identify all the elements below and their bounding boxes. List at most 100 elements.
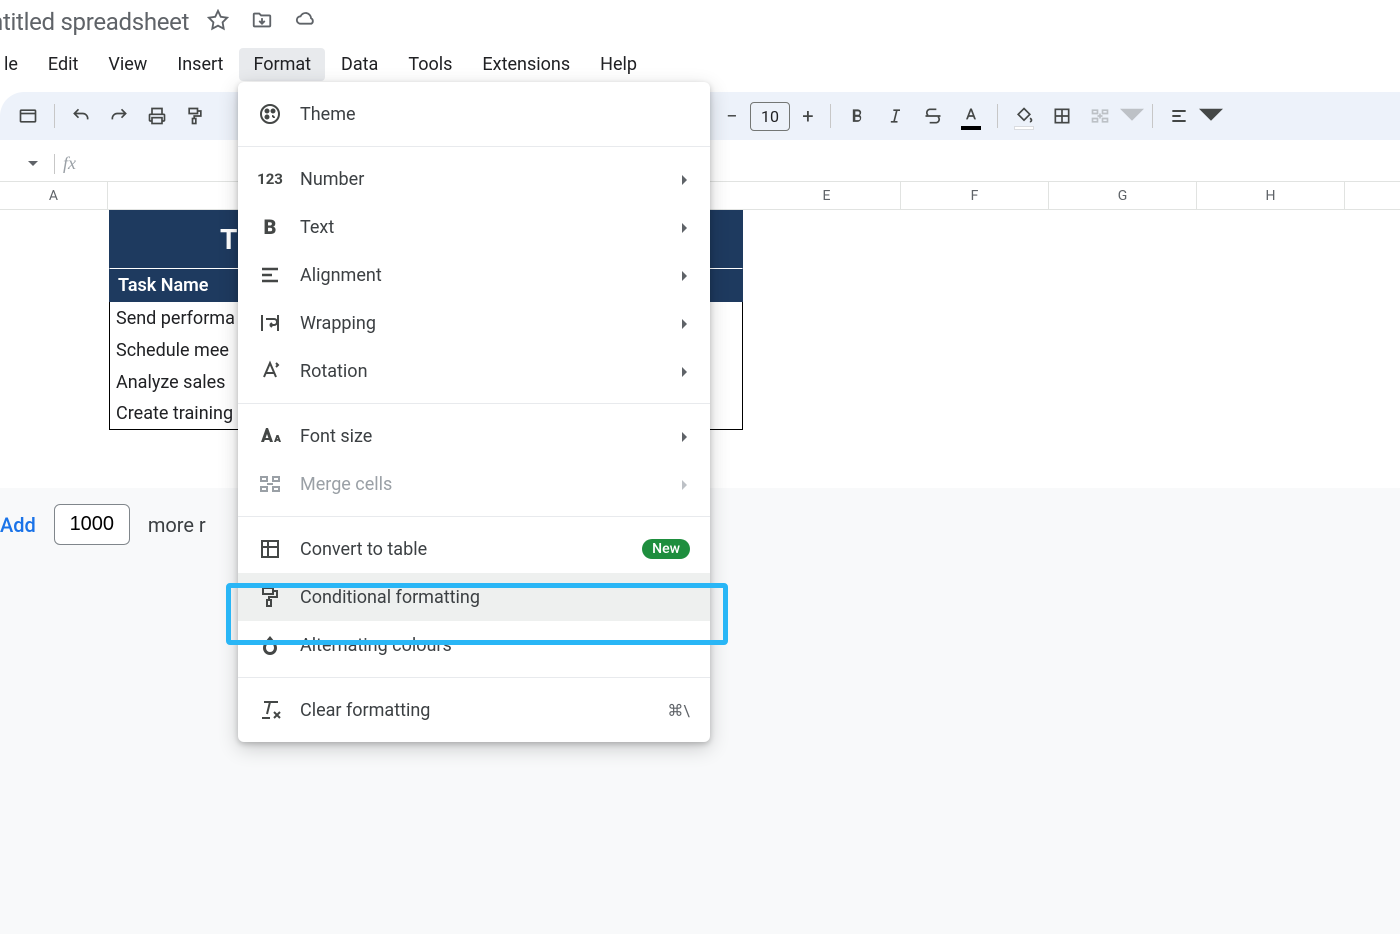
number-icon: 123 (258, 167, 282, 191)
menu-item-label: Conditional formatting (300, 587, 480, 608)
star-icon[interactable] (207, 9, 229, 35)
menu-divider (238, 677, 710, 678)
column-header-g[interactable]: G (1049, 182, 1197, 209)
menu-item-label: Alignment (300, 265, 382, 286)
fx-icon: fx (63, 153, 76, 174)
menu-item-label: Rotation (300, 361, 368, 382)
menu-divider (238, 146, 710, 147)
menu-extensions[interactable]: Extensions (468, 48, 584, 81)
merge-dropdown-caret[interactable] (1120, 104, 1144, 128)
undo-icon[interactable] (63, 98, 99, 134)
menu-data[interactable]: Data (327, 48, 392, 81)
menu-item-label: Font size (300, 426, 372, 447)
increase-font-icon[interactable]: + (794, 98, 822, 134)
bold-icon: B (258, 215, 282, 239)
add-rows-button[interactable]: Add (0, 513, 36, 537)
menu-file[interactable]: le (0, 48, 32, 81)
add-rows-control: Add more r (0, 504, 206, 545)
table-icon (258, 537, 282, 561)
submenu-arrow-icon (680, 169, 690, 190)
menu-tools[interactable]: Tools (394, 48, 466, 81)
submenu-arrow-icon (680, 217, 690, 238)
submenu-arrow-icon (680, 426, 690, 447)
cloud-status-icon[interactable] (295, 9, 317, 35)
column-header-h[interactable]: H (1197, 182, 1345, 209)
print-icon[interactable] (139, 98, 175, 134)
theme-icon (258, 102, 282, 126)
menu-item-font-size[interactable]: Font size (238, 412, 710, 460)
menu-format[interactable]: Format (239, 48, 325, 81)
separator (997, 104, 998, 128)
conditional-formatting-icon (258, 585, 282, 609)
font-size-value[interactable]: 10 (750, 102, 790, 131)
column-header-a[interactable]: A (0, 182, 108, 209)
menu-divider (238, 516, 710, 517)
format-dropdown-menu: Theme 123 Number B Text Alignment Wrappi… (238, 82, 710, 742)
menu-insert[interactable]: Insert (163, 48, 237, 81)
rotation-icon (258, 359, 282, 383)
document-title[interactable]: ntitled spreadsheet (0, 8, 189, 36)
menu-item-clear-formatting[interactable]: Clear formatting ⌘\ (238, 686, 710, 734)
menu-help[interactable]: Help (586, 48, 651, 81)
column-header-f[interactable]: F (901, 182, 1049, 209)
separator (1152, 104, 1153, 128)
menu-item-label: Text (300, 217, 334, 238)
menu-bar: le Edit View Insert Format Data Tools Ex… (0, 46, 1400, 82)
paint-format-icon[interactable] (177, 98, 213, 134)
menu-edit[interactable]: Edit (34, 48, 92, 81)
decrease-font-icon[interactable]: − (718, 98, 746, 134)
table-title-text: T (220, 223, 237, 256)
table-header-text: Task Name (118, 275, 208, 296)
merge-cells-icon[interactable] (1082, 98, 1118, 134)
alignment-icon (258, 263, 282, 287)
menu-item-alignment[interactable]: Alignment (238, 251, 710, 299)
separator (830, 104, 831, 128)
align-dropdown-caret[interactable] (1199, 104, 1223, 128)
menu-item-rotation[interactable]: Rotation (238, 347, 710, 395)
menu-item-label: Clear formatting (300, 700, 430, 721)
fill-color-icon[interactable] (1006, 98, 1042, 134)
menu-item-conditional-formatting[interactable]: Conditional formatting (238, 573, 710, 621)
menu-item-label: Number (300, 169, 364, 190)
menu-item-alternating-colours[interactable]: Alternating colours (238, 621, 710, 669)
new-badge: New (642, 539, 690, 559)
clear-formatting-icon (258, 698, 282, 722)
menu-item-theme[interactable]: Theme (238, 90, 710, 138)
separator (54, 154, 55, 174)
column-header-e[interactable]: E (753, 182, 901, 209)
menu-item-text[interactable]: B Text (238, 203, 710, 251)
title-icons (207, 9, 317, 35)
font-size-control: − 10 + (718, 98, 822, 134)
name-box-dropdown[interactable] (0, 159, 46, 169)
strikethrough-icon[interactable] (915, 98, 951, 134)
menu-item-number[interactable]: 123 Number (238, 155, 710, 203)
menu-item-label: Wrapping (300, 313, 376, 334)
menu-item-label: Convert to table (300, 539, 427, 560)
menu-item-label: Merge cells (300, 474, 392, 495)
horizontal-align-icon[interactable] (1161, 98, 1197, 134)
submenu-arrow-icon (680, 361, 690, 382)
submenu-arrow-icon (680, 313, 690, 334)
move-folder-icon[interactable] (251, 9, 273, 35)
text-color-icon[interactable] (953, 98, 989, 134)
redo-icon[interactable] (101, 98, 137, 134)
title-bar: ntitled spreadsheet (0, 0, 1400, 44)
bold-icon[interactable] (839, 98, 875, 134)
add-rows-label: more r (148, 513, 206, 537)
italic-icon[interactable] (877, 98, 913, 134)
merge-cells-icon (258, 472, 282, 496)
menu-view[interactable]: View (94, 48, 161, 81)
menu-item-label: Alternating colours (300, 635, 452, 656)
submenu-arrow-icon (680, 265, 690, 286)
borders-icon[interactable] (1044, 98, 1080, 134)
menu-item-convert-to-table[interactable]: Convert to table New (238, 525, 710, 573)
menu-item-wrapping[interactable]: Wrapping (238, 299, 710, 347)
submenu-arrow-icon (680, 474, 690, 495)
separator (54, 104, 55, 128)
keyboard-shortcut: ⌘\ (667, 701, 690, 720)
search-menus-icon[interactable] (10, 98, 46, 134)
menu-item-merge-cells: Merge cells (238, 460, 710, 508)
font-size-icon (258, 424, 282, 448)
add-rows-input[interactable] (54, 504, 130, 545)
wrapping-icon (258, 311, 282, 335)
